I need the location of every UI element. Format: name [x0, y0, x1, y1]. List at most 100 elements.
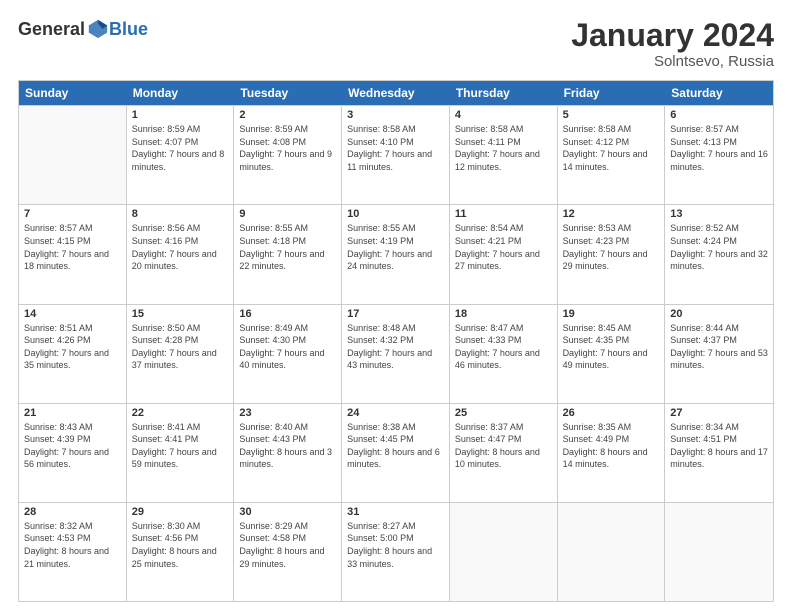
day-number: 27	[670, 407, 768, 419]
logo-blue-text: Blue	[109, 19, 148, 40]
day-cell-2: 2 Sunrise: 8:59 AMSunset: 4:08 PMDaylight…	[234, 106, 342, 204]
day-cell-28: 28 Sunrise: 8:32 AMSunset: 4:53 PMDayligh…	[19, 503, 127, 601]
day-number: 6	[670, 109, 768, 121]
day-cell-19: 19 Sunrise: 8:45 AMSunset: 4:35 PMDayligh…	[558, 305, 666, 403]
calendar-row-1: 7Sunrise: 8:57 AMSunset: 4:15 PMDaylight…	[19, 204, 773, 303]
empty-cell	[558, 503, 666, 601]
day-number: 26	[563, 407, 660, 419]
day-cell-7: 7Sunrise: 8:57 AMSunset: 4:15 PMDaylight…	[19, 205, 127, 303]
day-cell-8: 8Sunrise: 8:56 AMSunset: 4:16 PMDaylight…	[127, 205, 235, 303]
day-number: 22	[132, 407, 229, 419]
title-block: January 2024 Solntsevo, Russia	[571, 18, 774, 70]
day-number: 14	[24, 308, 121, 320]
page: General Blue January 2024 Solntsevo, Rus…	[0, 0, 792, 612]
day-cell-15: 15Sunrise: 8:50 AMSunset: 4:28 PMDayligh…	[127, 305, 235, 403]
day-cell-26: 26Sunrise: 8:35 AMSunset: 4:49 PMDayligh…	[558, 404, 666, 502]
day-number: 21	[24, 407, 121, 419]
day-info: Sunrise: 8:59 AMSunset: 4:07 PMDaylight:…	[132, 123, 229, 173]
month-title: January 2024	[571, 18, 774, 53]
day-number: 4	[455, 109, 552, 121]
day-number: 31	[347, 506, 444, 518]
day-number: 10	[347, 208, 444, 220]
day-info: Sunrise: 8:55 AMSunset: 4:19 PMDaylight:…	[347, 222, 444, 272]
day-info: Sunrise: 8:54 AMSunset: 4:21 PMDaylight:…	[455, 222, 552, 272]
day-cell-17: 17Sunrise: 8:48 AMSunset: 4:32 PMDayligh…	[342, 305, 450, 403]
location: Solntsevo, Russia	[571, 53, 774, 70]
day-cell-21: 21Sunrise: 8:43 AMSunset: 4:39 PMDayligh…	[19, 404, 127, 502]
day-info: Sunrise: 8:41 AMSunset: 4:41 PMDaylight:…	[132, 421, 229, 471]
header-day-saturday: Saturday	[665, 81, 773, 105]
day-info: Sunrise: 8:49 AMSunset: 4:30 PMDaylight:…	[239, 322, 336, 372]
day-cell-4: 4Sunrise: 8:58 AMSunset: 4:11 PMDaylight…	[450, 106, 558, 204]
day-number: 9	[239, 208, 336, 220]
day-cell-6: 6Sunrise: 8:57 AMSunset: 4:13 PMDaylight…	[665, 106, 773, 204]
day-number: 12	[563, 208, 660, 220]
day-cell-12: 12 Sunrise: 8:53 AMSunset: 4:23 PMDayligh…	[558, 205, 666, 303]
header-day-wednesday: Wednesday	[342, 81, 450, 105]
day-info: Sunrise: 8:48 AMSunset: 4:32 PMDaylight:…	[347, 322, 444, 372]
day-cell-11: 11 Sunrise: 8:54 AMSunset: 4:21 PMDayligh…	[450, 205, 558, 303]
day-cell-25: 25Sunrise: 8:37 AMSunset: 4:47 PMDayligh…	[450, 404, 558, 502]
calendar-row-4: 28 Sunrise: 8:32 AMSunset: 4:53 PMDayligh…	[19, 502, 773, 601]
day-cell-14: 14 Sunrise: 8:51 AMSunset: 4:26 PMDayligh…	[19, 305, 127, 403]
day-number: 24	[347, 407, 444, 419]
day-number: 1	[132, 109, 229, 121]
day-info: Sunrise: 8:30 AMSunset: 4:56 PMDaylight:…	[132, 520, 229, 570]
day-number: 23	[239, 407, 336, 419]
day-number: 20	[670, 308, 768, 320]
day-cell-27: 27 Sunrise: 8:34 AMSunset: 4:51 PMDayligh…	[665, 404, 773, 502]
day-number: 25	[455, 407, 552, 419]
day-info: Sunrise: 8:57 AMSunset: 4:15 PMDaylight:…	[24, 222, 121, 272]
logo: General Blue	[18, 18, 148, 40]
header-day-monday: Monday	[127, 81, 235, 105]
day-cell-29: 29 Sunrise: 8:30 AMSunset: 4:56 PMDayligh…	[127, 503, 235, 601]
day-info: Sunrise: 8:38 AMSunset: 4:45 PMDaylight:…	[347, 421, 444, 471]
day-number: 13	[670, 208, 768, 220]
day-number: 5	[563, 109, 660, 121]
day-info: Sunrise: 8:51 AMSunset: 4:26 PMDaylight:…	[24, 322, 121, 372]
day-info: Sunrise: 8:40 AMSunset: 4:43 PMDaylight:…	[239, 421, 336, 471]
empty-cell	[450, 503, 558, 601]
day-info: Sunrise: 8:52 AMSunset: 4:24 PMDaylight:…	[670, 222, 768, 272]
day-info: Sunrise: 8:53 AMSunset: 4:23 PMDaylight:…	[563, 222, 660, 272]
day-cell-3: 3Sunrise: 8:58 AMSunset: 4:10 PMDaylight…	[342, 106, 450, 204]
day-cell-23: 23 Sunrise: 8:40 AMSunset: 4:43 PMDayligh…	[234, 404, 342, 502]
day-info: Sunrise: 8:56 AMSunset: 4:16 PMDaylight:…	[132, 222, 229, 272]
day-info: Sunrise: 8:27 AMSunset: 5:00 PMDaylight:…	[347, 520, 444, 570]
day-info: Sunrise: 8:29 AMSunset: 4:58 PMDaylight:…	[239, 520, 336, 570]
calendar-header: SundayMondayTuesdayWednesdayThursdayFrid…	[19, 81, 773, 105]
header-day-thursday: Thursday	[450, 81, 558, 105]
day-cell-24: 24 Sunrise: 8:38 AMSunset: 4:45 PMDayligh…	[342, 404, 450, 502]
day-number: 2	[239, 109, 336, 121]
day-number: 29	[132, 506, 229, 518]
day-info: Sunrise: 8:58 AMSunset: 4:12 PMDaylight:…	[563, 123, 660, 173]
calendar: SundayMondayTuesdayWednesdayThursdayFrid…	[18, 80, 774, 602]
day-number: 19	[563, 308, 660, 320]
day-number: 11	[455, 208, 552, 220]
header-day-tuesday: Tuesday	[234, 81, 342, 105]
calendar-body: 1 Sunrise: 8:59 AMSunset: 4:07 PMDaylight…	[19, 105, 773, 601]
day-cell-13: 13 Sunrise: 8:52 AMSunset: 4:24 PMDayligh…	[665, 205, 773, 303]
day-cell-1: 1 Sunrise: 8:59 AMSunset: 4:07 PMDaylight…	[127, 106, 235, 204]
day-info: Sunrise: 8:47 AMSunset: 4:33 PMDaylight:…	[455, 322, 552, 372]
header-day-friday: Friday	[558, 81, 666, 105]
day-cell-10: 10 Sunrise: 8:55 AMSunset: 4:19 PMDayligh…	[342, 205, 450, 303]
day-info: Sunrise: 8:50 AMSunset: 4:28 PMDaylight:…	[132, 322, 229, 372]
logo-general-text: General	[18, 19, 85, 40]
day-number: 28	[24, 506, 121, 518]
empty-cell	[19, 106, 127, 204]
calendar-row-0: 1 Sunrise: 8:59 AMSunset: 4:07 PMDaylight…	[19, 105, 773, 204]
empty-cell	[665, 503, 773, 601]
header: General Blue January 2024 Solntsevo, Rus…	[18, 18, 774, 70]
day-info: Sunrise: 8:55 AMSunset: 4:18 PMDaylight:…	[239, 222, 336, 272]
day-info: Sunrise: 8:34 AMSunset: 4:51 PMDaylight:…	[670, 421, 768, 471]
day-info: Sunrise: 8:45 AMSunset: 4:35 PMDaylight:…	[563, 322, 660, 372]
day-number: 30	[239, 506, 336, 518]
day-info: Sunrise: 8:44 AMSunset: 4:37 PMDaylight:…	[670, 322, 768, 372]
calendar-row-3: 21Sunrise: 8:43 AMSunset: 4:39 PMDayligh…	[19, 403, 773, 502]
day-info: Sunrise: 8:58 AMSunset: 4:10 PMDaylight:…	[347, 123, 444, 173]
day-info: Sunrise: 8:59 AMSunset: 4:08 PMDaylight:…	[239, 123, 336, 173]
day-info: Sunrise: 8:32 AMSunset: 4:53 PMDaylight:…	[24, 520, 121, 570]
day-cell-9: 9 Sunrise: 8:55 AMSunset: 4:18 PMDaylight…	[234, 205, 342, 303]
calendar-row-2: 14 Sunrise: 8:51 AMSunset: 4:26 PMDayligh…	[19, 304, 773, 403]
